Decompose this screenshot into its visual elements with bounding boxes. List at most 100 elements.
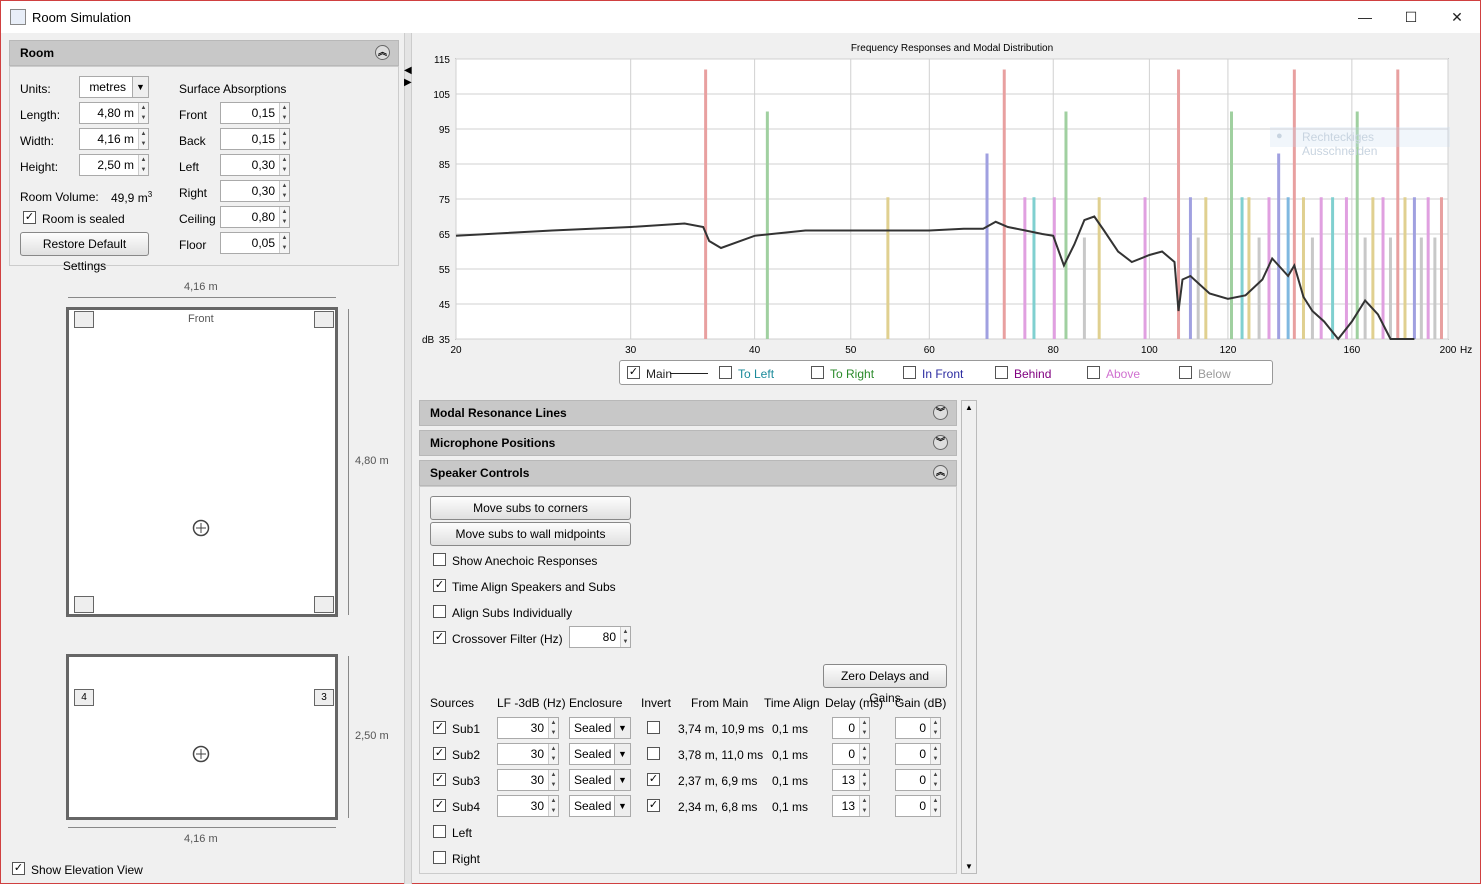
spinner-arrows-icon[interactable]: ▲ ▼ [548,796,558,816]
width-spinner[interactable]: 4,16 m ▲ ▼ [79,128,149,150]
crossover-checkbox[interactable]: ✓ [433,631,446,644]
legend-checkbox-in-front[interactable] [903,366,916,379]
gain-spinner[interactable]: 0 ▲ ▼ [895,769,941,791]
chevron-down-icon[interactable]: ▼ [614,796,630,816]
sub-speaker-icon[interactable] [314,311,334,328]
spinner-arrows-icon[interactable]: ▲ ▼ [930,796,940,816]
microphone-position-icon[interactable] [192,519,210,537]
chevron-down-icon[interactable]: ▼ [614,744,630,764]
spinner-arrows-icon[interactable]: ▲ ▼ [279,181,289,201]
spinner-arrows-icon[interactable]: ▲ ▼ [279,233,289,253]
legend-checkbox-below[interactable] [1179,366,1192,379]
spinner-arrows-icon[interactable]: ▲ ▼ [930,744,940,764]
microphone-position-icon[interactable] [192,745,210,765]
surface-spinner-back[interactable]: 0,15 ▲ ▼ [220,128,290,150]
spinner-arrows-icon[interactable]: ▲ ▼ [138,129,148,149]
expand-down-icon[interactable]: ︾ [933,435,948,450]
legend-checkbox-behind[interactable] [995,366,1008,379]
modal-lines-header[interactable]: Modal Resonance Lines ︾ [419,400,957,426]
scroll-up-icon[interactable]: ▲ [965,403,973,412]
chevron-down-icon[interactable]: ▼ [614,770,630,790]
spinner-arrows-icon[interactable]: ▲ ▼ [138,103,148,123]
source-checkbox[interactable]: ✓ [433,721,446,734]
enclosure-select[interactable]: Sealed ▼ [569,795,631,817]
legend-checkbox-to-right[interactable] [811,366,824,379]
align-subs-checkbox[interactable] [433,605,446,618]
sub-speaker-icon[interactable] [74,311,94,328]
units-select[interactable]: metres ▼ [79,76,149,98]
surface-spinner-front[interactable]: 0,15 ▲ ▼ [220,102,290,124]
invert-checkbox[interactable]: ✓ [647,799,660,812]
expand-right-icon[interactable]: ▶ [404,77,412,88]
source-checkbox[interactable]: ✓ [433,799,446,812]
mic-positions-header[interactable]: Microphone Positions ︾ [419,430,957,456]
chevron-down-icon[interactable]: ▼ [132,77,148,97]
speaker-3-icon[interactable]: 3 [314,689,334,706]
split-pane-divider[interactable] [404,33,412,884]
spinner-arrows-icon[interactable]: ▲ ▼ [930,770,940,790]
collapse-up-icon[interactable]: ︽ [375,45,390,60]
surface-spinner-left[interactable]: 0,30 ▲ ▼ [220,154,290,176]
room-sealed-checkbox[interactable]: ✓ [23,211,36,224]
source-checkbox[interactable]: ✓ [433,747,446,760]
invert-checkbox[interactable]: ✓ [647,773,660,786]
gain-spinner[interactable]: 0 ▲ ▼ [895,795,941,817]
legend-checkbox-main[interactable]: ✓ [627,366,640,379]
elevation-view[interactable]: 4 3 [66,654,338,820]
enclosure-select[interactable]: Sealed ▼ [569,717,631,739]
enclosure-select[interactable]: Sealed ▼ [569,743,631,765]
legend-checkbox-to-left[interactable] [719,366,732,379]
restore-defaults-button[interactable]: Restore Default Settings [20,232,149,273]
expand-down-icon[interactable]: ︾ [933,405,948,420]
spinner-arrows-icon[interactable]: ▲ ▼ [859,796,869,816]
legend-checkbox-above[interactable] [1087,366,1100,379]
spinner-arrows-icon[interactable]: ▲ ▼ [279,207,289,227]
lf-spinner[interactable]: 30 ▲ ▼ [497,717,559,739]
lf-spinner[interactable]: 30 ▲ ▼ [497,743,559,765]
lf-spinner[interactable]: 30 ▲ ▼ [497,795,559,817]
room-panel-header[interactable]: Room ︽ [9,40,399,66]
show-elevation-checkbox[interactable]: ✓ [12,862,25,875]
zero-delays-gains-button[interactable]: Zero Delays and Gains [823,664,947,705]
sub-speaker-icon[interactable] [314,596,334,613]
minimize-button[interactable]: — [1342,1,1388,33]
frequency-response-chart[interactable]: 20 30 40 50 60 80 100 120 160 200 35 45 55 65 75 85 95 10… [416,39,1478,359]
anechoic-checkbox[interactable] [433,553,446,566]
spinner-arrows-icon[interactable]: ▲ ▼ [548,744,558,764]
delay-spinner[interactable]: 0 ▲ ▼ [832,743,870,765]
height-spinner[interactable]: 2,50 m ▲ ▼ [79,154,149,176]
gain-spinner[interactable]: 0 ▲ ▼ [895,743,941,765]
delay-spinner[interactable]: 13 ▲ ▼ [832,769,870,791]
enclosure-select[interactable]: Sealed ▼ [569,769,631,791]
maximize-button[interactable]: ☐ [1388,1,1434,33]
spinner-arrows-icon[interactable]: ▲ ▼ [859,770,869,790]
spinner-arrows-icon[interactable]: ▲ ▼ [859,744,869,764]
spinner-arrows-icon[interactable]: ▲ ▼ [930,718,940,738]
invert-checkbox[interactable] [647,721,660,734]
surface-spinner-ceiling[interactable]: 0,80 ▲ ▼ [220,206,290,228]
collapse-up-icon[interactable]: ︽ [933,465,948,480]
chevron-down-icon[interactable]: ▼ [614,718,630,738]
spinner-arrows-icon[interactable]: ▲ ▼ [548,718,558,738]
spinner-arrows-icon[interactable]: ▲ ▼ [859,718,869,738]
source-checkbox[interactable]: ✓ [433,773,446,786]
surface-spinner-right[interactable]: 0,30 ▲ ▼ [220,180,290,202]
spinner-arrows-icon[interactable]: ▲ ▼ [279,129,289,149]
spinner-arrows-icon[interactable]: ▲ ▼ [279,155,289,175]
speaker-controls-header[interactable]: Speaker Controls ︽ [419,460,957,486]
spinner-arrows-icon[interactable]: ▲ ▼ [548,770,558,790]
lf-spinner[interactable]: 30 ▲ ▼ [497,769,559,791]
delay-spinner[interactable]: 0 ▲ ▼ [832,717,870,739]
surface-spinner-floor[interactable]: 0,05 ▲ ▼ [220,232,290,254]
spinner-arrows-icon[interactable]: ▲ ▼ [138,155,148,175]
sub-speaker-icon[interactable] [74,596,94,613]
collapse-left-icon[interactable]: ◀ [404,65,412,76]
vertical-scrollbar[interactable]: ▲ ▼ [961,400,977,874]
speaker-4-icon[interactable]: 4 [74,689,94,706]
source-checkbox[interactable] [433,851,446,864]
delay-spinner[interactable]: 13 ▲ ▼ [832,795,870,817]
length-spinner[interactable]: 4,80 m ▲ ▼ [79,102,149,124]
gain-spinner[interactable]: 0 ▲ ▼ [895,717,941,739]
source-checkbox[interactable] [433,825,446,838]
floor-plan[interactable]: Front [66,307,338,617]
